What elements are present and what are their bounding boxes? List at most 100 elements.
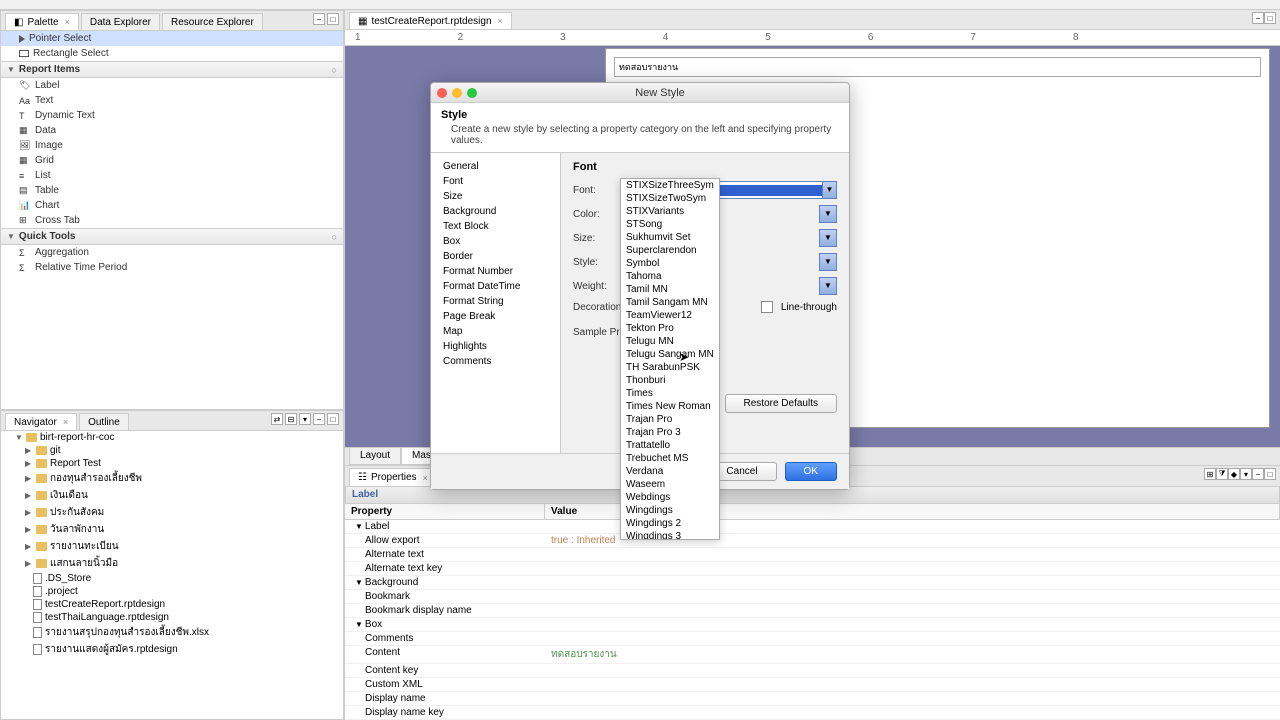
- font-option[interactable]: Trajan Pro 3: [621, 426, 719, 439]
- color-picker[interactable]: ▼: [819, 205, 837, 223]
- font-option[interactable]: Tamil MN: [621, 283, 719, 296]
- font-dropdown-list[interactable]: STIXSizeThreeSymSTIXSizeTwoSymSTIXVarian…: [620, 178, 720, 540]
- property-row[interactable]: Bookmark display name: [345, 604, 1280, 618]
- tree-folder[interactable]: ▶ประกันสังคม: [1, 504, 343, 521]
- property-row[interactable]: Display name: [345, 692, 1280, 706]
- category-highlights[interactable]: Highlights: [431, 339, 560, 354]
- ok-button[interactable]: OK: [785, 462, 837, 481]
- property-row[interactable]: ▼Label: [345, 520, 1280, 534]
- collapse-icon[interactable]: ⊟: [285, 413, 297, 425]
- pin-icon[interactable]: ○: [332, 65, 337, 75]
- font-option[interactable]: TH SarabunPSK: [621, 361, 719, 374]
- tab-outline[interactable]: Outline: [79, 413, 129, 430]
- font-option[interactable]: Trebuchet MS: [621, 452, 719, 465]
- property-row[interactable]: Content key: [345, 664, 1280, 678]
- font-option[interactable]: TeamViewer12: [621, 309, 719, 322]
- property-row[interactable]: Alternate text key: [345, 562, 1280, 576]
- category-page-break[interactable]: Page Break: [431, 309, 560, 324]
- tree-file[interactable]: .project: [1, 585, 343, 598]
- tree-root[interactable]: ▼birt-report-hr-coc: [1, 431, 343, 444]
- tab-navigator[interactable]: Navigator×: [5, 413, 77, 430]
- font-option[interactable]: Wingdings: [621, 504, 719, 517]
- palette-item-list[interactable]: ≡List: [1, 168, 343, 183]
- font-option[interactable]: STIXSizeThreeSym: [621, 179, 719, 192]
- tree-file[interactable]: .DS_Store: [1, 572, 343, 585]
- close-window-icon[interactable]: [437, 88, 447, 98]
- quicktool-relative-time-period[interactable]: ΣRelative Time Period: [1, 260, 343, 275]
- font-option[interactable]: Trattatello: [621, 439, 719, 452]
- category-general[interactable]: General: [431, 159, 560, 174]
- tree-file[interactable]: testCreateReport.rptdesign: [1, 598, 343, 611]
- minimize-icon[interactable]: −: [1252, 468, 1264, 480]
- restore-defaults-button[interactable]: Restore Defaults: [725, 394, 837, 413]
- palette-item-data[interactable]: ▦Data: [1, 123, 343, 138]
- tab-properties[interactable]: ☷Properties×: [349, 468, 437, 486]
- size-combo[interactable]: ▼: [819, 229, 837, 247]
- quicktool-aggregation[interactable]: ΣAggregation: [1, 245, 343, 260]
- font-option[interactable]: Telugu MN: [621, 335, 719, 348]
- font-option[interactable]: Symbol: [621, 257, 719, 270]
- category-comments[interactable]: Comments: [431, 354, 560, 369]
- minimize-window-icon[interactable]: [452, 88, 462, 98]
- palette-item-grid[interactable]: ▦Grid: [1, 153, 343, 168]
- category-text-block[interactable]: Text Block: [431, 219, 560, 234]
- minimize-icon[interactable]: −: [313, 13, 325, 25]
- category-border[interactable]: Border: [431, 249, 560, 264]
- tree-folder[interactable]: ▶แสกนลายนิ้วมือ: [1, 555, 343, 572]
- font-option[interactable]: Verdana: [621, 465, 719, 478]
- font-option[interactable]: Wingdings 3: [621, 530, 719, 540]
- tree-file[interactable]: testThaiLanguage.rptdesign: [1, 611, 343, 624]
- palette-item-cross-tab[interactable]: ⊞Cross Tab: [1, 213, 343, 228]
- tree-folder[interactable]: ▶เงินเดือน: [1, 487, 343, 504]
- property-row[interactable]: Bookmark: [345, 590, 1280, 604]
- palette-item-dynamic-text[interactable]: TDynamic Text: [1, 108, 343, 123]
- category-format-number[interactable]: Format Number: [431, 264, 560, 279]
- font-option[interactable]: STIXSizeTwoSym: [621, 192, 719, 205]
- property-row[interactable]: ▼Background: [345, 576, 1280, 590]
- font-option[interactable]: Wingdings 2: [621, 517, 719, 530]
- category-format-datetime[interactable]: Format DateTime: [431, 279, 560, 294]
- category-format-string[interactable]: Format String: [431, 294, 560, 309]
- palette-item-label[interactable]: 🏷Label: [1, 78, 343, 93]
- font-option[interactable]: Trajan Pro: [621, 413, 719, 426]
- palette-item-table[interactable]: ▤Table: [1, 183, 343, 198]
- font-option[interactable]: Times: [621, 387, 719, 400]
- minimize-icon[interactable]: −: [313, 413, 325, 425]
- tab-palette[interactable]: ◧Palette×: [5, 13, 79, 30]
- tree-folder[interactable]: ▶Report Test: [1, 457, 343, 470]
- local-icon[interactable]: ◆: [1228, 468, 1240, 480]
- maximize-icon[interactable]: □: [1264, 12, 1276, 24]
- property-row[interactable]: Display name key: [345, 706, 1280, 720]
- category-size[interactable]: Size: [431, 189, 560, 204]
- pin-icon[interactable]: ○: [332, 232, 337, 242]
- font-option[interactable]: Superclarendon: [621, 244, 719, 257]
- dialog-titlebar[interactable]: New Style: [431, 83, 849, 103]
- palette-item-chart[interactable]: 📊Chart: [1, 198, 343, 213]
- show-cats-icon[interactable]: ⊞: [1204, 468, 1216, 480]
- property-row[interactable]: ▼Box: [345, 618, 1280, 632]
- linethrough-checkbox[interactable]: [761, 301, 773, 313]
- tab-layout[interactable]: Layout: [349, 448, 401, 465]
- tree-file[interactable]: รายงานสรุปกองทุนสำรองเลี้ยงชีพ.xlsx: [1, 624, 343, 641]
- maximize-icon[interactable]: □: [1264, 468, 1276, 480]
- maximize-window-icon[interactable]: [467, 88, 477, 98]
- section-report-items[interactable]: ▼Report Items○: [1, 61, 343, 78]
- tree-folder[interactable]: ▶รายงานทะเบียน: [1, 538, 343, 555]
- property-row[interactable]: Comments: [345, 632, 1280, 646]
- palette-item-image[interactable]: 🖼Image: [1, 138, 343, 153]
- editor-tab[interactable]: ▦testCreateReport.rptdesign×: [349, 12, 512, 29]
- font-option[interactable]: Tamil Sangam MN: [621, 296, 719, 309]
- close-icon[interactable]: ×: [63, 417, 68, 427]
- tree-folder[interactable]: ▶วันลาพักงาน: [1, 521, 343, 538]
- tool-rectangle[interactable]: Rectangle Select: [1, 46, 343, 61]
- tree-file[interactable]: รายงานแสดงผู้สมัคร.rptdesign: [1, 641, 343, 658]
- minimize-icon[interactable]: −: [1252, 12, 1264, 24]
- tool-pointer[interactable]: Pointer Select: [1, 31, 343, 46]
- font-option[interactable]: Times New Roman: [621, 400, 719, 413]
- section-quick-tools[interactable]: ▼Quick Tools○: [1, 228, 343, 245]
- filter-icon[interactable]: ⧩: [1216, 468, 1228, 480]
- link-icon[interactable]: ⇄: [271, 413, 283, 425]
- property-row[interactable]: Custom XML: [345, 678, 1280, 692]
- tab-data-explorer[interactable]: Data Explorer: [81, 13, 160, 30]
- palette-item-text[interactable]: AaText: [1, 93, 343, 108]
